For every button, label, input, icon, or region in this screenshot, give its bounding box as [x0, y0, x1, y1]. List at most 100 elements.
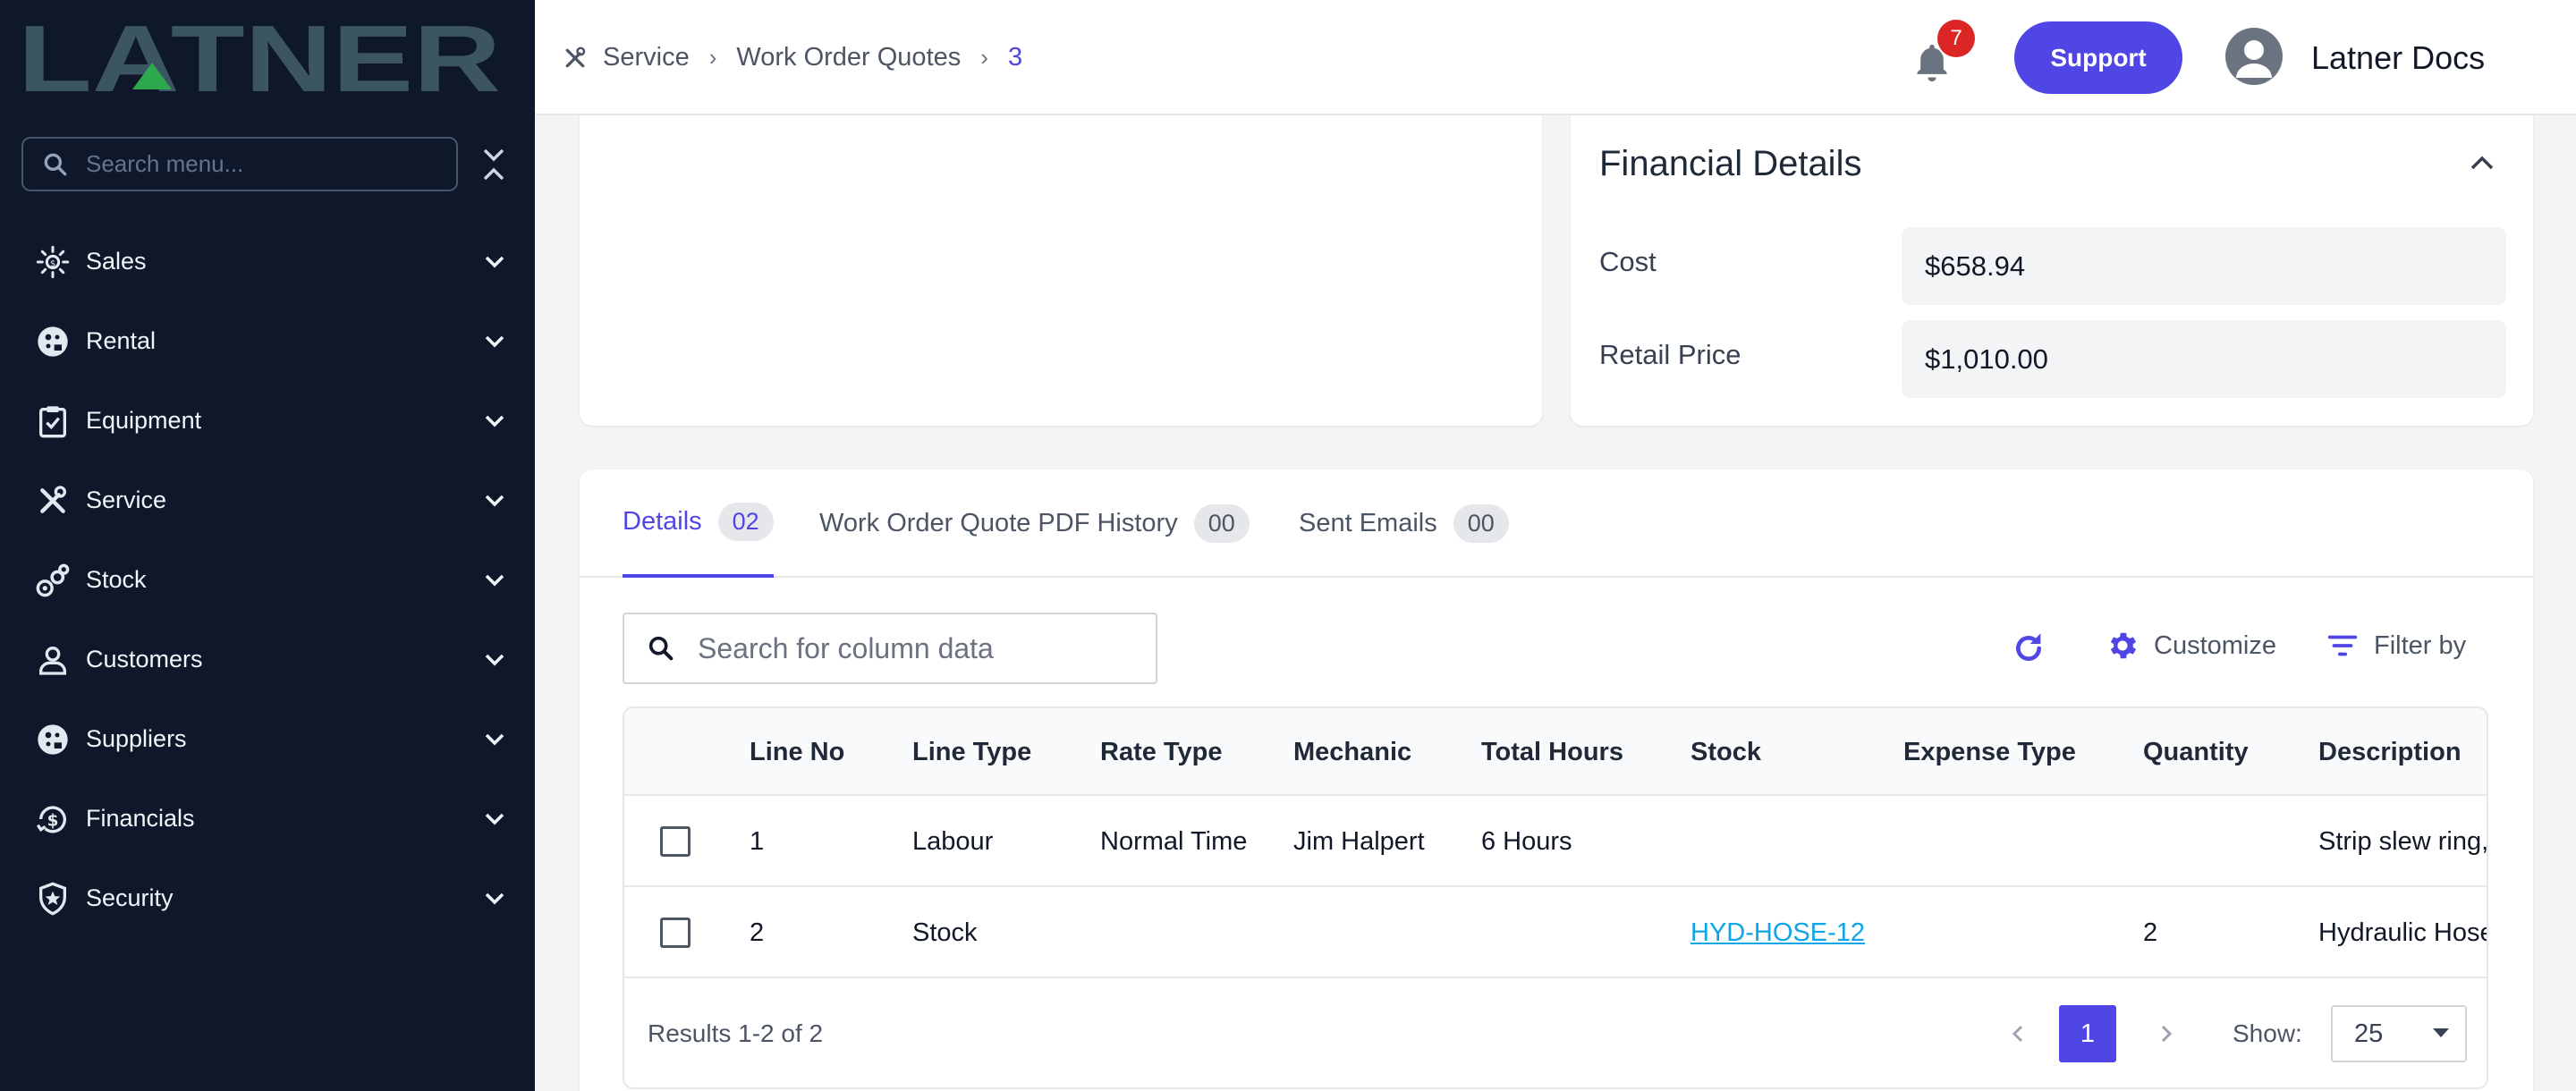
sidebar-item-stock[interactable]: Stock	[0, 540, 535, 620]
breadcrumb-current: 3	[1007, 43, 1023, 72]
tab-label: Work Order Quote PDF History	[819, 509, 1178, 537]
tab-bar: Details 02 Work Order Quote PDF History …	[580, 469, 2533, 578]
column-header-description[interactable]: Description	[2318, 708, 2462, 796]
column-search-input[interactable]	[698, 631, 1145, 665]
breadcrumb-separator-icon: ›	[708, 44, 717, 71]
service-tools-icon	[565, 47, 586, 67]
cell-line-no: 1	[750, 826, 765, 856]
page-number-current[interactable]: 1	[2059, 1005, 2116, 1062]
breadcrumb-separator-icon: ›	[980, 44, 988, 71]
details-card: Details 02 Work Order Quote PDF History …	[580, 469, 2533, 1091]
tab-label: Details	[623, 507, 702, 536]
sidebar-nav: $ Sales Rental Equipment Service Stock C…	[0, 222, 535, 938]
cell-quantity: 2	[2143, 918, 2158, 947]
sidebar-item-customers[interactable]: Customers	[0, 620, 535, 699]
sidebar-item-label: Rental	[86, 327, 157, 354]
user-avatar-icon	[2236, 40, 2272, 78]
tab-sent-emails[interactable]: Sent Emails 00	[1299, 469, 1509, 578]
avatar[interactable]	[2225, 28, 2283, 85]
filter-icon	[2327, 635, 2358, 656]
collapse-sidebar-icon[interactable]	[479, 145, 508, 184]
tab-count-badge: 00	[1453, 504, 1509, 543]
chevron-right-icon[interactable]	[2156, 1019, 2177, 1048]
sidebar-item-equipment[interactable]: Equipment	[0, 381, 535, 461]
chevron-up-icon[interactable]	[2467, 149, 2497, 176]
menu-search[interactable]	[21, 137, 458, 191]
svg-text:$: $	[47, 811, 59, 830]
breadcrumb: Service › Work Order Quotes › 3	[562, 0, 1022, 115]
caret-down-icon	[2433, 1028, 2449, 1037]
sidebar-item-security[interactable]: Security	[0, 858, 535, 938]
chevron-down-icon	[485, 574, 504, 587]
row-checkbox[interactable]	[660, 918, 691, 948]
tab-details[interactable]: Details 02	[623, 469, 774, 578]
filter-button[interactable]: Filter by	[2326, 629, 2466, 663]
sales-icon: $	[34, 243, 72, 281]
table-row[interactable]: 1 Labour Normal Time Jim Halpert 6 Hours…	[624, 796, 2487, 887]
sidebar-item-label: Service	[86, 486, 167, 513]
sidebar-item-label: Financials	[86, 805, 195, 832]
customize-button[interactable]: Customize	[2106, 629, 2276, 663]
column-header-stock[interactable]: Stock	[1690, 708, 1761, 796]
sidebar-item-financials[interactable]: $ Financials	[0, 779, 535, 858]
equipment-icon	[34, 402, 72, 440]
column-header-line-type[interactable]: Line Type	[912, 708, 1031, 796]
stock-icon	[34, 562, 72, 599]
sidebar-item-rental[interactable]: Rental	[0, 301, 535, 381]
tab-pdf-history[interactable]: Work Order Quote PDF History 00	[819, 469, 1250, 578]
latner-logo[interactable]: LATNER	[18, 20, 501, 97]
rental-icon	[34, 323, 72, 360]
column-header-expense-type[interactable]: Expense Type	[1903, 708, 2076, 796]
chevron-down-icon	[485, 813, 504, 825]
sidebar-item-service[interactable]: Service	[0, 461, 535, 540]
column-header-rate-type[interactable]: Rate Type	[1100, 708, 1222, 796]
customers-icon	[34, 641, 72, 679]
retail-price-value: $1,010.00	[1902, 320, 2506, 398]
table-header: Line No Line Type Rate Type Mechanic Tot…	[624, 708, 2487, 796]
service-icon	[34, 482, 72, 520]
column-search[interactable]	[623, 613, 1157, 684]
column-header-quantity[interactable]: Quantity	[2143, 708, 2249, 796]
column-header-line-no[interactable]: Line No	[750, 708, 844, 796]
sidebar-item-suppliers[interactable]: Suppliers	[0, 699, 535, 779]
tab-label: Sent Emails	[1299, 509, 1437, 537]
suppliers-icon	[34, 721, 72, 758]
user-name[interactable]: Latner Docs	[2311, 39, 2485, 77]
search-icon	[44, 153, 67, 175]
sidebar-item-sales[interactable]: $ Sales	[0, 222, 535, 301]
row-checkbox[interactable]	[660, 826, 691, 857]
tab-count-badge: 00	[1193, 504, 1250, 543]
cell-rate-type: Normal Time	[1100, 826, 1248, 856]
breadcrumb-service[interactable]: Service	[603, 43, 690, 72]
support-button[interactable]: Support	[2014, 21, 2182, 94]
chevron-left-icon[interactable]	[2007, 1019, 2029, 1048]
topbar: Service › Work Order Quotes › 3 7 Suppor…	[535, 0, 2576, 115]
chevron-down-icon	[485, 654, 504, 666]
table-footer: Results 1-2 of 2 1 Show: 25	[624, 982, 2487, 1087]
menu-search-input[interactable]	[86, 150, 444, 178]
table-row[interactable]: 2 Stock HYD-HOSE-12 2 Hydraulic Hose	[624, 887, 2487, 978]
refresh-icon[interactable]	[2011, 630, 2046, 666]
page-size-label: Show:	[2233, 1019, 2302, 1047]
page-size-value: 25	[2354, 1019, 2384, 1048]
page-size-select[interactable]: 25	[2331, 1005, 2467, 1062]
column-header-mechanic[interactable]: Mechanic	[1293, 708, 1411, 796]
filter-label: Filter by	[2374, 630, 2467, 660]
cost-value: $658.94	[1902, 227, 2506, 305]
column-header-total-hours[interactable]: Total Hours	[1481, 708, 1623, 796]
customize-label: Customize	[2154, 630, 2276, 660]
search-icon	[648, 636, 674, 661]
retail-price-label: Retail Price	[1599, 339, 1741, 370]
sidebar-item-label: Security	[86, 884, 174, 911]
gear-icon	[2110, 632, 2137, 659]
blank-info-card	[580, 115, 1542, 426]
shield-icon	[34, 880, 72, 918]
breadcrumb-work-order-quotes[interactable]: Work Order Quotes	[736, 43, 961, 72]
cell-stock: HYD-HOSE-12	[1690, 887, 1865, 978]
sidebar: LATNER $ Sales Rental Equipmen	[0, 0, 535, 1091]
work-order-lines-table: Line No Line Type Rate Type Mechanic Tot…	[623, 706, 2488, 1089]
cell-mechanic: Jim Halpert	[1293, 826, 1425, 856]
financials-icon: $	[34, 800, 72, 838]
stock-link[interactable]: HYD-HOSE-12	[1690, 918, 1865, 948]
sidebar-item-label: Equipment	[86, 407, 202, 434]
